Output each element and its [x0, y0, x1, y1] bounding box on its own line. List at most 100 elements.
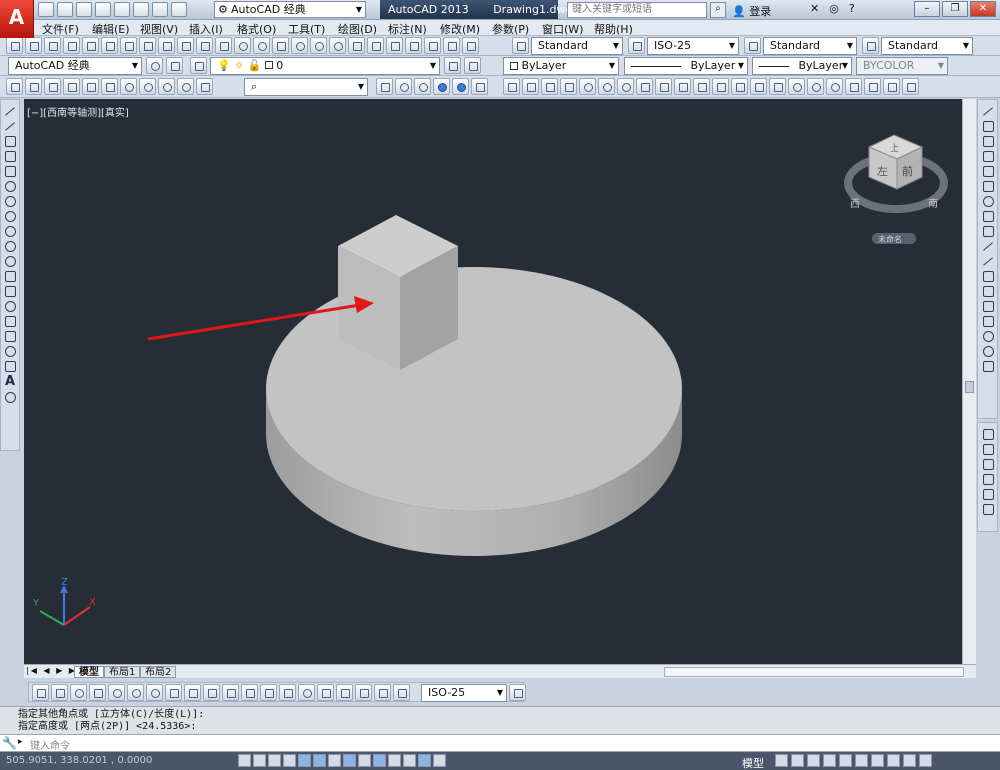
open-icon[interactable] [25, 37, 42, 54]
center-mark-icon[interactable] [298, 684, 315, 701]
mirror-icon[interactable] [981, 134, 995, 148]
zoom-window-icon[interactable] [310, 37, 327, 54]
realistic-icon[interactable] [433, 78, 450, 95]
grid-toggle[interactable] [268, 754, 281, 767]
wireframe-icon[interactable] [395, 78, 412, 95]
dim-break-icon[interactable] [260, 684, 277, 701]
jogged-icon[interactable] [127, 684, 144, 701]
redo-icon[interactable] [253, 37, 270, 54]
dim-style-icon[interactable] [628, 37, 645, 54]
command-input[interactable]: 键入命令 [30, 737, 70, 752]
presspull-icon[interactable] [712, 78, 729, 95]
menu-insert[interactable]: 插入(I) [189, 21, 223, 37]
view-left-icon[interactable] [44, 78, 61, 95]
zoom-realtime-icon[interactable] [291, 37, 308, 54]
text-style-icon[interactable] [512, 37, 529, 54]
scale-icon[interactable] [981, 209, 995, 223]
rotate-icon[interactable] [981, 194, 995, 208]
print-icon[interactable] [63, 37, 80, 54]
2d-wireframe-icon[interactable] [376, 78, 393, 95]
isolate-objects-icon[interactable] [903, 754, 916, 767]
connect-icon[interactable]: ◎ [829, 2, 839, 15]
layer-previous-icon[interactable] [464, 57, 481, 74]
menu-modify[interactable]: 修改(M) [440, 21, 480, 37]
horizontal-scrollbar[interactable] [664, 667, 964, 677]
loft-icon[interactable] [769, 78, 786, 95]
explode-icon[interactable] [981, 359, 995, 373]
break-at-point-icon[interactable] [981, 269, 995, 283]
dyn-toggle[interactable] [373, 754, 386, 767]
wedge-icon[interactable] [541, 78, 558, 95]
polar-toggle[interactable] [298, 754, 311, 767]
text-to-front-icon[interactable] [981, 487, 995, 501]
help-button[interactable]: ? [849, 2, 855, 15]
join-icon[interactable] [981, 299, 995, 313]
multileader-style-select[interactable]: Standard ▼ [881, 37, 973, 55]
dim-update-icon[interactable] [393, 684, 410, 701]
design-center-icon[interactable] [367, 37, 384, 54]
publish-icon[interactable] [114, 2, 130, 17]
exchange-icon[interactable]: ✕ [810, 2, 819, 15]
quick-view-layouts-icon[interactable] [775, 754, 788, 767]
cut-icon[interactable] [139, 37, 156, 54]
torus-icon[interactable] [617, 78, 634, 95]
quick-dim-icon[interactable] [184, 684, 201, 701]
match-properties-icon[interactable] [196, 37, 213, 54]
move-icon[interactable] [981, 179, 995, 193]
transparency-toggle[interactable] [403, 754, 416, 767]
3d-print-icon[interactable] [120, 37, 137, 54]
line-icon[interactable] [3, 104, 17, 118]
visual-style-manager-icon[interactable] [471, 78, 488, 95]
fillet-icon[interactable] [981, 329, 995, 343]
construction-line-icon[interactable] [3, 119, 17, 133]
send-under-icon[interactable] [981, 472, 995, 486]
point-icon[interactable] [3, 299, 17, 313]
conceptual-icon[interactable] [452, 78, 469, 95]
make-current-layer-icon[interactable] [444, 57, 461, 74]
text-style-select[interactable]: Standard ▼ [531, 37, 623, 55]
workspace-settings-icon[interactable] [146, 57, 163, 74]
snap-toggle[interactable] [253, 754, 266, 767]
view-ne-iso-icon[interactable] [158, 78, 175, 95]
revision-cloud-icon[interactable] [3, 209, 17, 223]
blend-curves-icon[interactable] [981, 344, 995, 358]
region-icon[interactable] [3, 344, 17, 358]
preview-icon[interactable] [82, 37, 99, 54]
add-selected-icon[interactable] [3, 390, 17, 404]
menu-edit[interactable]: 编辑(E) [92, 21, 130, 37]
polysolid-icon[interactable] [503, 78, 520, 95]
intersect-icon[interactable] [826, 78, 843, 95]
dim-text-edit-icon[interactable] [374, 684, 391, 701]
quick-view-drawings-icon[interactable] [791, 754, 804, 767]
arc-icon[interactable] [3, 179, 17, 193]
3d-array-icon[interactable] [902, 78, 919, 95]
paste-icon[interactable] [177, 37, 194, 54]
array-icon[interactable] [981, 164, 995, 178]
pan-status-icon[interactable] [807, 754, 820, 767]
menu-window[interactable]: 窗口(W) [542, 21, 583, 37]
hatch-to-back-icon[interactable] [981, 502, 995, 516]
undo-icon[interactable] [152, 2, 168, 17]
named-view-select[interactable]: ⌕ ▼ [244, 78, 368, 96]
angular-icon[interactable] [165, 684, 182, 701]
ordinate-icon[interactable] [89, 684, 106, 701]
new-file-icon[interactable] [38, 2, 54, 17]
toolbar-lock-icon[interactable] [871, 754, 884, 767]
dimension-style-manager-icon[interactable] [509, 684, 526, 701]
ducs-toggle[interactable] [358, 754, 371, 767]
bring-to-front-icon[interactable] [981, 427, 995, 441]
make-block-icon[interactable] [3, 284, 17, 298]
workspace-save-icon[interactable] [166, 57, 183, 74]
viewcube[interactable]: 上 左 前 西 南 未命名 [844, 134, 948, 244]
stretch-icon[interactable] [981, 224, 995, 238]
copy-object-icon[interactable] [981, 119, 995, 133]
dim-style-select[interactable]: ISO-25 ▼ [647, 37, 739, 55]
3d-osnap-toggle[interactable] [328, 754, 341, 767]
infer-constraints-toggle[interactable] [238, 754, 251, 767]
3d-align-icon[interactable] [883, 78, 900, 95]
wrench-icon[interactable]: 🔧 [2, 736, 17, 750]
hidden-icon[interactable] [414, 78, 431, 95]
table-icon[interactable] [3, 359, 17, 373]
view-sw-iso-icon[interactable] [120, 78, 137, 95]
offset-icon[interactable] [981, 149, 995, 163]
